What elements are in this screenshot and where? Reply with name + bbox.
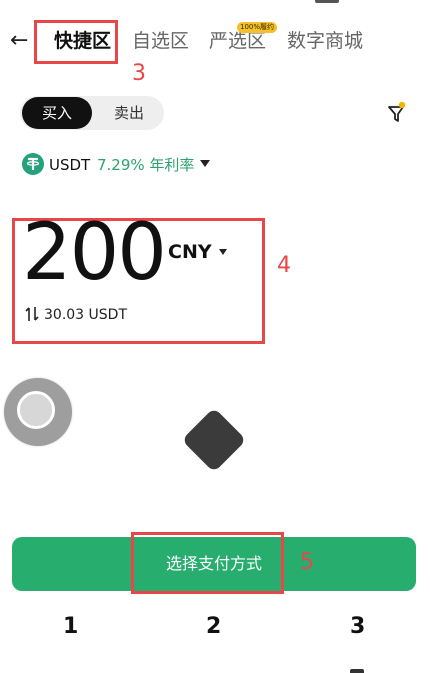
back-arrow-icon[interactable]: ← (10, 28, 32, 54)
fulfillment-badge: 100%履约 (237, 22, 278, 33)
amount-input[interactable]: 200 (22, 210, 167, 296)
annotation-label-3: 3 (132, 61, 146, 86)
bottom-number-1: 1 (63, 614, 79, 639)
annotation-label-4: 4 (277, 253, 291, 278)
currency-selector[interactable]: CNY (168, 240, 212, 264)
annotation-label-5: 5 (300, 550, 314, 575)
tab-digital-mall[interactable]: 数字商城 (287, 28, 363, 54)
bottom-edge-element (350, 669, 364, 673)
assistive-touch-inner (17, 391, 55, 429)
tab-watchlist-zone[interactable]: 自选区 (132, 28, 189, 54)
bottom-number-2: 2 (206, 614, 222, 639)
sell-toggle-button[interactable]: 卖出 (94, 97, 164, 129)
annotation-box-5 (131, 532, 284, 594)
swap-arrows-icon[interactable] (24, 305, 40, 323)
buy-toggle-button[interactable]: 买入 (22, 97, 92, 129)
floating-diamond-icon[interactable] (181, 407, 247, 473)
filter-icon[interactable] (385, 100, 409, 126)
tether-icon (22, 153, 44, 175)
top-edge-element (315, 0, 339, 3)
coin-interest-rate: 7.29% 年利率 (97, 156, 195, 174)
coin-dropdown-caret-icon[interactable] (200, 160, 210, 167)
annotation-box-3 (34, 20, 118, 64)
bottom-number-3: 3 (350, 614, 366, 639)
converted-amount: 30.03 USDT (44, 307, 127, 323)
coin-name[interactable]: USDT (49, 154, 90, 176)
currency-caret-icon[interactable] (219, 249, 227, 255)
